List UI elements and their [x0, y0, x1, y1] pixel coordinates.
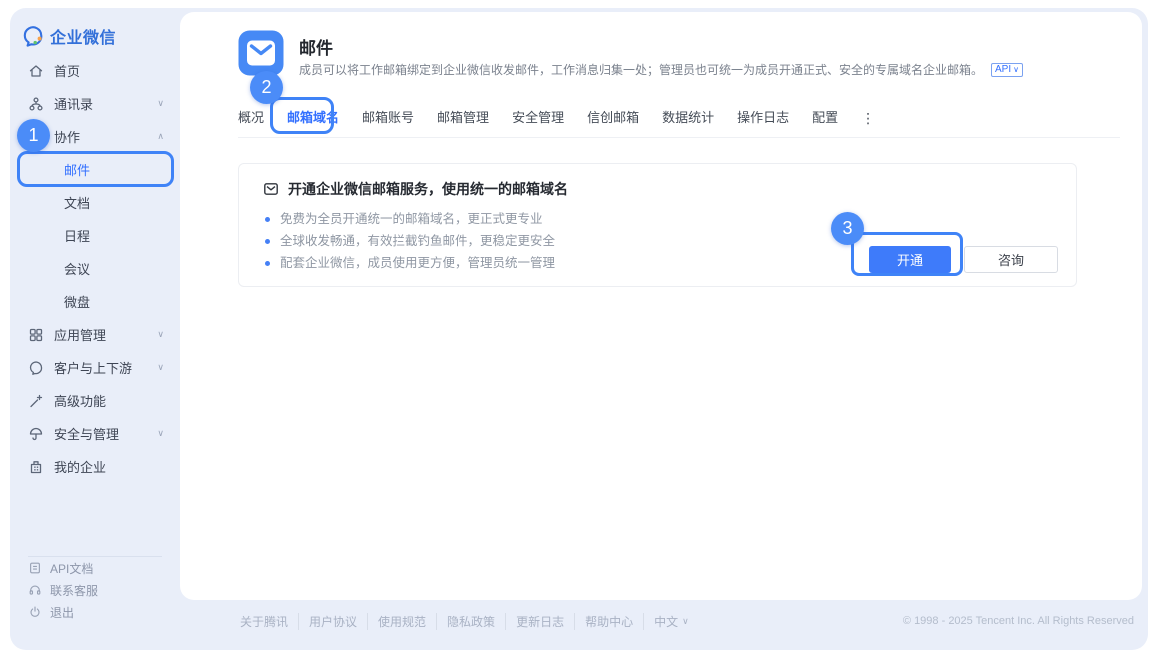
tab-bar: 概况 邮箱域名 邮箱账号 邮箱管理 安全管理 信创邮箱 数据统计 操作日志 配置…	[238, 108, 1120, 138]
step-2-badge: 2	[250, 71, 283, 104]
step-3-badge: 3	[831, 212, 864, 245]
contacts-icon	[28, 96, 44, 112]
sidebar-item-contact-support[interactable]: 联系客服	[20, 579, 170, 601]
chevron-down-icon: ∨	[157, 362, 164, 373]
consult-button[interactable]: 咨询	[964, 246, 1058, 273]
sidebar-item-drive[interactable]: 微盘	[20, 285, 174, 318]
sidebar-item-security-management[interactable]: 安全与管理 ∨	[20, 417, 174, 450]
sidebar-item-label: 文档	[64, 193, 90, 212]
language-selector[interactable]: 中文	[644, 613, 682, 630]
power-icon	[28, 605, 42, 619]
sidebar-item-label: 退出	[50, 604, 74, 621]
headset-icon	[28, 583, 42, 597]
chevron-down-icon[interactable]: ∨	[682, 616, 689, 627]
document-icon	[28, 561, 42, 575]
sidebar-item-calendar[interactable]: 日程	[20, 219, 174, 252]
highlight-box-activate-button	[851, 232, 963, 276]
footer-links: 关于腾讯 用户协议 使用规范 隐私政策 更新日志 帮助中心 中文 ∨	[240, 613, 689, 630]
promo-title: 开通企业微信邮箱服务，使用统一的邮箱域名	[288, 179, 568, 199]
wecom-logo-icon	[22, 25, 44, 47]
promo-heading: 开通企业微信邮箱服务，使用统一的邮箱域名	[263, 179, 568, 199]
sidebar-item-home[interactable]: 首页	[20, 54, 174, 87]
promo-bullet: 免费为全员开通统一的邮箱域名，更正式更专业	[265, 208, 555, 230]
api-dropdown-badge[interactable]: API ∨	[991, 63, 1023, 77]
sidebar-item-label: 高级功能	[54, 391, 106, 410]
sidebar-item-label: 联系客服	[50, 582, 98, 599]
umbrella-security-icon	[28, 426, 44, 442]
apps-grid-icon	[28, 327, 44, 343]
chevron-down-icon: ∨	[1013, 65, 1019, 74]
sidebar-item-label: 客户与上下游	[54, 358, 132, 377]
step-1-badge: 1	[17, 119, 50, 152]
mail-app-icon	[238, 30, 284, 76]
sidebar-item-label: 会议	[64, 259, 90, 278]
tab-overview[interactable]: 概况	[238, 108, 264, 128]
tab-data-statistics[interactable]: 数据统计	[662, 108, 714, 128]
footer-link-changelog[interactable]: 更新日志	[506, 613, 575, 630]
footer-link-usage-rules[interactable]: 使用规范	[368, 613, 437, 630]
highlight-box-mail-sidebar-item	[17, 151, 174, 187]
building-icon	[28, 459, 44, 475]
sidebar-item-label: 日程	[64, 226, 90, 245]
footer-link-about-tencent[interactable]: 关于腾讯	[240, 613, 299, 630]
promo-bullet-list: 免费为全员开通统一的邮箱域名，更正式更专业 全球收发畅通，有效拦截钓鱼邮件，更稳…	[265, 208, 555, 274]
tab-mail-management[interactable]: 邮箱管理	[437, 108, 489, 128]
sidebar-item-label: 我的企业	[54, 457, 106, 476]
chevron-down-icon: ∨	[157, 329, 164, 340]
sidebar-item-my-company[interactable]: 我的企业	[20, 450, 174, 483]
tab-mail-accounts[interactable]: 邮箱账号	[362, 108, 414, 128]
footer-link-help-center[interactable]: 帮助中心	[575, 613, 644, 630]
sidebar-item-api-docs[interactable]: API文档	[20, 557, 170, 579]
sidebar: 企业微信 首页 通讯录 ∨ 协作 ∧	[10, 8, 180, 650]
sidebar-item-app-management[interactable]: 应用管理 ∨	[20, 318, 174, 351]
promo-bullet: 全球收发畅通，有效拦截钓鱼邮件，更稳定更安全	[265, 230, 555, 252]
sidebar-item-contacts[interactable]: 通讯录 ∨	[20, 87, 174, 120]
tab-operation-log[interactable]: 操作日志	[737, 108, 789, 128]
chevron-up-icon: ∧	[157, 131, 164, 142]
sidebar-item-label: 微盘	[64, 292, 90, 311]
chat-bubble-icon	[28, 360, 44, 376]
sidebar-item-label: 安全与管理	[54, 424, 119, 443]
magic-wand-icon	[28, 393, 44, 409]
envelope-icon	[263, 181, 279, 197]
promo-bullet: 配套企业微信，成员使用更方便，管理员统一管理	[265, 252, 555, 274]
sidebar-item-label: 首页	[54, 61, 80, 80]
chevron-down-icon: ∨	[157, 98, 164, 109]
tab-settings[interactable]: 配置	[812, 108, 838, 128]
copyright-text: © 1998 - 2025 Tencent Inc. All Rights Re…	[903, 615, 1134, 627]
more-tabs-icon[interactable]: ⋮	[861, 108, 876, 128]
wecom-logo-text: 企业微信	[50, 24, 116, 48]
sidebar-item-logout[interactable]: 退出	[20, 601, 170, 623]
sidebar-item-meeting[interactable]: 会议	[20, 252, 174, 285]
highlight-box-mail-domain-tab	[270, 97, 334, 134]
footer-link-privacy-policy[interactable]: 隐私政策	[437, 613, 506, 630]
api-badge-label: API	[995, 64, 1011, 75]
tab-xinchuang-mail[interactable]: 信创邮箱	[587, 108, 639, 128]
page-title: 邮件	[299, 34, 333, 59]
wecom-logo[interactable]: 企业微信	[22, 24, 116, 48]
sidebar-item-label: API文档	[50, 560, 93, 577]
page-description-text: 成员可以将工作邮箱绑定到企业微信收发邮件，工作消息归集一处；管理员也可统一为成员…	[299, 61, 983, 78]
sidebar-item-docs[interactable]: 文档	[20, 186, 174, 219]
sidebar-bottom: API文档 联系客服 退出	[20, 556, 170, 623]
sidebar-item-label: 协作	[54, 127, 80, 146]
page-description: 成员可以将工作邮箱绑定到企业微信收发邮件，工作消息归集一处；管理员也可统一为成员…	[299, 61, 1112, 78]
sidebar-item-label: 应用管理	[54, 325, 106, 344]
home-icon	[28, 63, 44, 79]
tab-security-management[interactable]: 安全管理	[512, 108, 564, 128]
sidebar-item-label: 通讯录	[54, 94, 93, 113]
sidebar-item-advanced-features[interactable]: 高级功能	[20, 384, 174, 417]
sidebar-item-customers[interactable]: 客户与上下游 ∨	[20, 351, 174, 384]
chevron-down-icon: ∨	[157, 428, 164, 439]
sidebar-nav: 首页 通讯录 ∨ 协作 ∧ 邮件 文档 日程	[20, 54, 174, 483]
footer-link-user-agreement[interactable]: 用户协议	[299, 613, 368, 630]
